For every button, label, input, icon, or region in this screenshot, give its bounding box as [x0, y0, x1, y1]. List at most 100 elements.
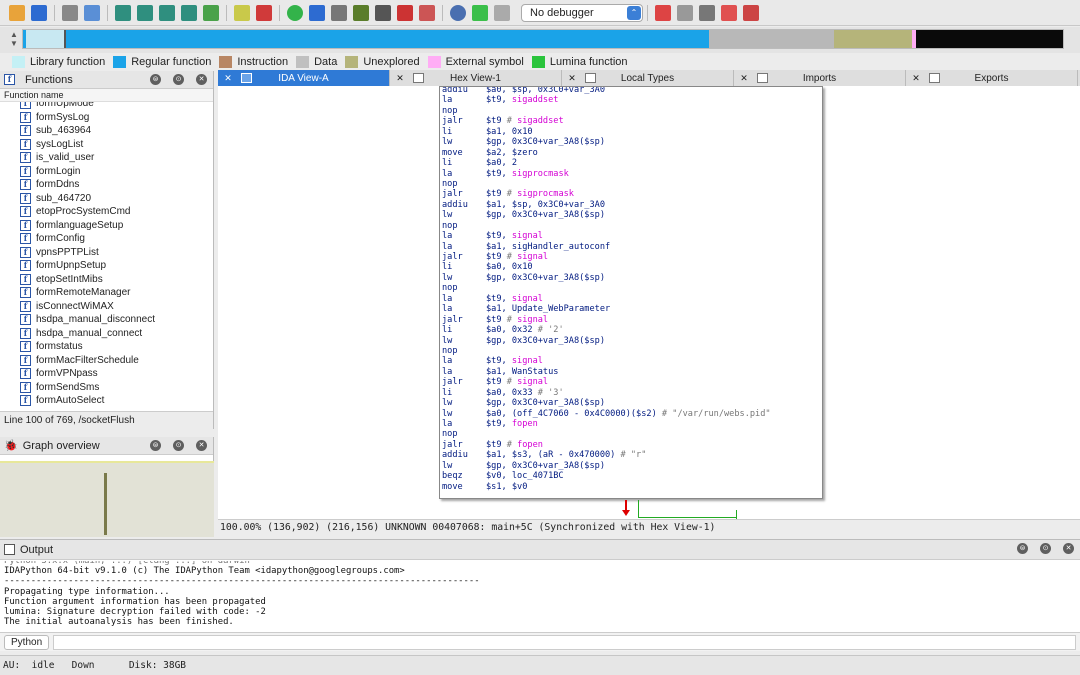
- function-list-item[interactable]: f formlanguageSetup: [0, 219, 213, 233]
- function-list-item[interactable]: f formSendSms: [0, 381, 213, 395]
- asm-line[interactable]: lw $gp, 0x3C0+var_3A8($sp): [440, 398, 822, 408]
- asm-function-ref[interactable]: fopen: [512, 419, 538, 429]
- asm-comment-function-ref[interactable]: sigaddset: [517, 116, 564, 126]
- asm-line[interactable]: move $a2, $zero: [440, 148, 822, 158]
- asm-comment-function-ref[interactable]: fopen: [517, 440, 543, 450]
- tab-exports[interactable]: ✕ Exports: [906, 70, 1078, 86]
- asm-line[interactable]: jalr $t9 # signal: [440, 315, 822, 325]
- asm-line[interactable]: jalr $t9 # sigaddset: [440, 116, 822, 126]
- asm-line[interactable]: la $t9, signal: [440, 294, 822, 304]
- tab-local-types[interactable]: ✕ Local Types: [562, 70, 734, 86]
- asm-line[interactable]: jalr $t9 # fopen: [440, 440, 822, 450]
- asm-line[interactable]: nop: [440, 179, 822, 189]
- asm-comment-function-ref[interactable]: signal: [517, 377, 548, 387]
- asm-line[interactable]: move $s1, $v0: [440, 482, 822, 492]
- tab-close-icon[interactable]: ✕: [393, 73, 407, 84]
- code-icon[interactable]: [137, 4, 153, 21]
- function-list-item[interactable]: f isConnectWiMAX: [0, 300, 213, 314]
- function-list-item[interactable]: f formSysLog: [0, 111, 213, 125]
- asm-line[interactable]: addiu $a1, $s3, (aR - 0x470000) # "r": [440, 450, 822, 460]
- function-list-item[interactable]: f is_valid_user: [0, 151, 213, 165]
- function-list-item[interactable]: f formConfig: [0, 232, 213, 246]
- panel-float-button[interactable]: ⊜: [1017, 543, 1028, 554]
- function-list-item[interactable]: f formUpMode: [0, 102, 213, 111]
- list-icon-c[interactable]: [743, 4, 759, 21]
- panel-close-button[interactable]: ✕: [1063, 543, 1074, 554]
- function-list-item[interactable]: f sub_464720: [0, 192, 213, 206]
- binary-icon[interactable]: [115, 4, 131, 21]
- segments-icon[interactable]: [309, 4, 325, 21]
- graph-icon[interactable]: [419, 4, 435, 21]
- asm-line[interactable]: lw $gp, 0x3C0+var_3A8($sp): [440, 210, 822, 220]
- function-list-item[interactable]: f formLogin: [0, 165, 213, 179]
- asm-function-ref[interactable]: sigaddset: [512, 95, 559, 105]
- panel-float-button[interactable]: ⊜: [150, 74, 161, 85]
- asm-line[interactable]: la $t9, sigprocmask: [440, 169, 822, 179]
- asm-line[interactable]: nop: [440, 221, 822, 231]
- function-list[interactable]: f formUpMode f formSysLog f sub_463964 f sysLog…: [0, 102, 213, 410]
- close-icon-a[interactable]: [655, 4, 671, 21]
- close-icon-b[interactable]: [677, 4, 693, 21]
- function-list-item[interactable]: f formAutoSelect: [0, 394, 213, 408]
- asm-line[interactable]: lw $gp, 0x3C0+var_3A8($sp): [440, 461, 822, 471]
- function-list-item[interactable]: f formMacFilterSchedule: [0, 354, 213, 368]
- list-icon-a[interactable]: [699, 4, 715, 21]
- open-icon[interactable]: [9, 4, 25, 21]
- function-list-item[interactable]: f sub_463964: [0, 124, 213, 138]
- asm-function-ref[interactable]: signal: [512, 356, 543, 366]
- asm-line[interactable]: lw $gp, 0x3C0+var_3A8($sp): [440, 273, 822, 283]
- asm-line[interactable]: li $a0, 0x10: [440, 262, 822, 272]
- function-list-item[interactable]: f formstatus: [0, 340, 213, 354]
- asm-line[interactable]: li $a0, 2: [440, 158, 822, 168]
- asm-line[interactable]: beqz $v0, loc_4071BC: [440, 471, 822, 481]
- asm-line[interactable]: addiu $a1, $sp, 0x3C0+var_3A0: [440, 200, 822, 210]
- functions-icon[interactable]: [353, 4, 369, 21]
- strings-icon[interactable]: [256, 4, 272, 21]
- column-header-function-name[interactable]: Function name: [0, 89, 213, 102]
- asm-line[interactable]: la $t9, sigaddset: [440, 95, 822, 105]
- debugger-select[interactable]: No debugger ⌃: [521, 3, 643, 22]
- asm-line[interactable]: la $a1, sigHandler_autoconf: [440, 242, 822, 252]
- structures-icon[interactable]: [375, 4, 391, 21]
- run-icon[interactable]: [287, 4, 303, 21]
- asm-line[interactable]: jalr $t9 # signal: [440, 252, 822, 262]
- asm-comment-function-ref[interactable]: signal: [517, 315, 548, 325]
- disassembly-block[interactable]: addiu $a0, $sp, 0x3C0+var_3A0 la $t9, sigad…: [439, 86, 823, 499]
- asm-line[interactable]: la $a1, Update_WebParameter: [440, 304, 822, 314]
- function-list-item[interactable]: f hsdpa_manual_connect: [0, 327, 213, 341]
- start-debug-icon[interactable]: [450, 4, 466, 21]
- function-list-item[interactable]: f etopSetIntMibs: [0, 273, 213, 287]
- names-icon[interactable]: [331, 4, 347, 21]
- python-command-input[interactable]: [53, 634, 1076, 650]
- asm-line[interactable]: li $a0, 0x32 # '2': [440, 325, 822, 335]
- panel-close-button[interactable]: ✕: [196, 74, 207, 85]
- asm-function-ref[interactable]: signal: [512, 294, 543, 304]
- tab-ida-view-a[interactable]: ✕ IDA View-A: [218, 70, 390, 86]
- asm-line[interactable]: lw $a0, (off_4C7060 - 0x4C0000)($s2) # "/…: [440, 409, 822, 419]
- navigation-strip[interactable]: [22, 29, 1064, 49]
- asm-line[interactable]: li $a0, 0x33 # '3': [440, 388, 822, 398]
- function-list-item[interactable]: f sysLogList: [0, 138, 213, 152]
- asm-line[interactable]: nop: [440, 283, 822, 293]
- text-icon[interactable]: [234, 4, 250, 21]
- tab-close-icon[interactable]: ✕: [737, 73, 751, 84]
- panel-menu-button[interactable]: ⊙: [173, 74, 184, 85]
- output-log[interactable]: Python 3.x.x (main, ...) [Clang ...] on …: [4, 561, 1074, 631]
- asm-function-ref[interactable]: sigprocmask: [512, 169, 569, 179]
- asm-line[interactable]: la $a1, WanStatus: [440, 367, 822, 377]
- save-icon[interactable]: [31, 4, 47, 21]
- panel-menu-button[interactable]: ⊙: [173, 440, 184, 451]
- asm-line[interactable]: la $t9, signal: [440, 356, 822, 366]
- enums-icon[interactable]: [397, 4, 413, 21]
- tab-close-icon[interactable]: ✕: [565, 73, 579, 84]
- graph-overview-canvas[interactable]: [0, 461, 214, 537]
- asm-line[interactable]: nop: [440, 106, 822, 116]
- undefine-icon[interactable]: [181, 4, 197, 21]
- nav-scroll-arrows[interactable]: ▲ ▼: [10, 30, 18, 48]
- back-icon[interactable]: [62, 4, 78, 21]
- stop-debug-icon[interactable]: [494, 4, 510, 21]
- tab-close-icon[interactable]: ✕: [221, 73, 235, 84]
- function-list-item[interactable]: f formRemoteManager: [0, 286, 213, 300]
- pause-debug-icon[interactable]: [472, 4, 488, 21]
- data-icon[interactable]: [159, 4, 175, 21]
